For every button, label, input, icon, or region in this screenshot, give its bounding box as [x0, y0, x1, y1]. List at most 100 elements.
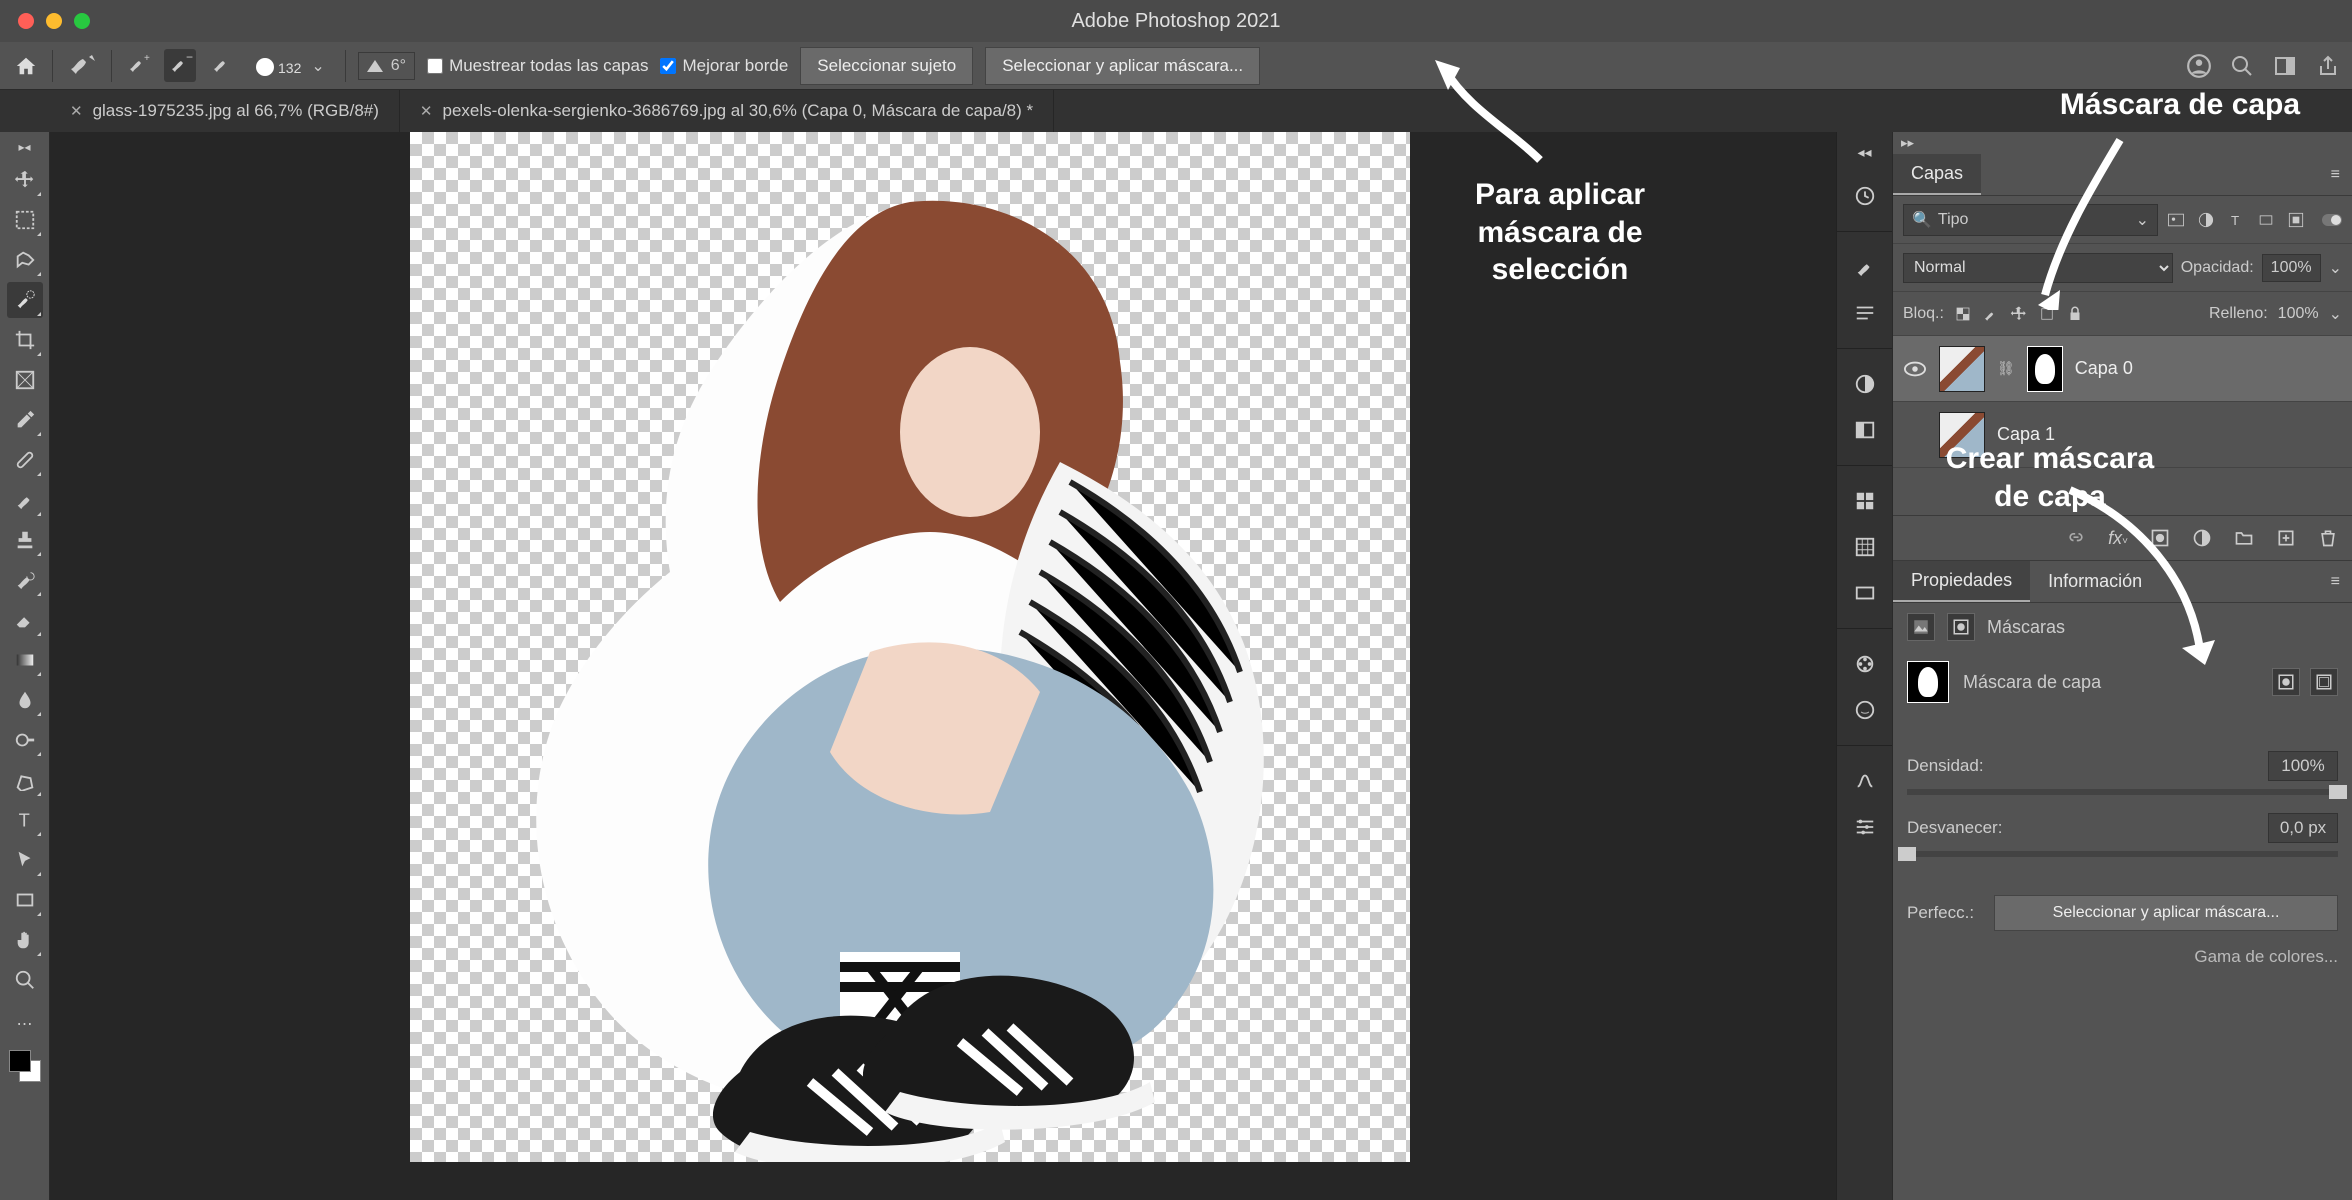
density-value[interactable]: 100%	[2268, 751, 2338, 781]
link-layers-icon[interactable]	[2066, 528, 2086, 548]
home-button[interactable]	[12, 52, 40, 80]
paths-panel-icon[interactable]	[1854, 770, 1876, 792]
quick-selection-tool[interactable]	[7, 282, 43, 318]
opacity-value[interactable]: 100%	[2262, 254, 2321, 282]
brush-add[interactable]: +	[124, 51, 152, 80]
collapse-panels[interactable]: ▸▸	[1893, 132, 2352, 154]
vector-mask-icon[interactable]	[1947, 613, 1975, 641]
lock-position-icon[interactable]	[2010, 305, 2028, 323]
type-tool[interactable]: T	[7, 802, 43, 838]
lasso-tool[interactable]	[7, 242, 43, 278]
filter-shape-icon[interactable]	[2256, 210, 2276, 230]
maximize-button[interactable]	[74, 13, 90, 29]
close-tab-icon[interactable]: ✕	[70, 102, 83, 120]
select-pixel-mask-icon[interactable]	[2272, 668, 2300, 696]
density-slider[interactable]	[1907, 789, 2338, 795]
history-panel-icon[interactable]	[1854, 185, 1876, 207]
styles-panel-icon[interactable]	[1854, 699, 1876, 721]
layer0-name[interactable]: Capa 0	[2075, 358, 2133, 379]
layer-mask-thumb[interactable]	[2027, 346, 2063, 392]
marquee-tool[interactable]	[7, 202, 43, 238]
swatches-panel-icon[interactable]	[1854, 490, 1876, 512]
move-tool[interactable]	[7, 162, 43, 198]
pen-tool[interactable]	[7, 762, 43, 798]
zoom-tool[interactable]	[7, 962, 43, 998]
layer-row-0[interactable]: ⛓ Capa 0	[1893, 336, 2352, 402]
brush-sub[interactable]: −	[164, 49, 196, 82]
lock-transparent-icon[interactable]	[1954, 305, 1972, 323]
brush-angle[interactable]: 6°	[358, 52, 415, 80]
edit-toolbar[interactable]: ⋯	[17, 1014, 33, 1034]
visibility-toggle[interactable]	[1903, 361, 1927, 377]
eraser-tool[interactable]	[7, 602, 43, 638]
brush-settings[interactable]	[208, 51, 236, 80]
mask-preview[interactable]	[1907, 661, 1949, 703]
blend-mode-select[interactable]: Normal	[1903, 253, 2173, 283]
frame-tool[interactable]	[7, 362, 43, 398]
libraries-panel-icon[interactable]	[1854, 419, 1876, 441]
lock-all-icon[interactable]	[2066, 305, 2084, 323]
canvas-area[interactable]	[50, 132, 1836, 1200]
panel-menu-icon[interactable]: ≡	[2319, 166, 2352, 184]
share-icon[interactable]	[2316, 54, 2340, 78]
fg-color[interactable]	[9, 1050, 31, 1072]
fx-icon[interactable]: fx˅	[2108, 528, 2128, 549]
workspace-icon[interactable]	[2272, 54, 2298, 78]
lock-paint-icon[interactable]	[1982, 305, 2000, 323]
color-panel-icon[interactable]	[1854, 653, 1876, 675]
crop-tool[interactable]	[7, 322, 43, 358]
group-icon[interactable]	[2234, 528, 2254, 548]
gradient-tool[interactable]	[7, 642, 43, 678]
filter-adjust-icon[interactable]	[2196, 210, 2216, 230]
path-select-tool[interactable]	[7, 842, 43, 878]
sample-all-layers-checkbox[interactable]: Muestrear todas las capas	[427, 56, 648, 76]
panel-menu-icon[interactable]: ≡	[2319, 573, 2352, 591]
history-brush-tool[interactable]	[7, 562, 43, 598]
lock-artboard-icon[interactable]	[2038, 305, 2056, 323]
stamp-tool[interactable]	[7, 522, 43, 558]
tool-preset[interactable]	[65, 51, 99, 80]
select-and-mask-button[interactable]: Seleccionar y aplicar máscara...	[985, 47, 1260, 85]
info-tab[interactable]: Información	[2030, 561, 2160, 602]
document-tab-1[interactable]: ✕ glass-1975235.jpg al 66,7% (RGB/8#)	[50, 90, 400, 132]
trash-icon[interactable]	[2318, 528, 2338, 548]
hand-tool[interactable]	[7, 922, 43, 958]
brush-tool[interactable]	[7, 482, 43, 518]
color-swatches[interactable]	[9, 1050, 41, 1082]
brush-settings-panel-icon[interactable]	[1854, 302, 1876, 324]
brushes-panel-icon[interactable]	[1854, 256, 1876, 278]
enhance-edge-checkbox[interactable]: Mejorar borde	[660, 56, 788, 76]
minimize-button[interactable]	[46, 13, 62, 29]
layers-tab[interactable]: Capas	[1893, 154, 1981, 195]
cloud-user-icon[interactable]	[2186, 53, 2212, 79]
eyedropper-tool[interactable]	[7, 402, 43, 438]
adjustments-panel-icon[interactable]	[1854, 373, 1876, 395]
patterns-panel-icon[interactable]	[1854, 536, 1876, 558]
layer-thumb[interactable]	[1939, 346, 1985, 392]
document-tab-2[interactable]: ✕ pexels-olenka-sergienko-3686769.jpg al…	[400, 90, 1054, 132]
close-tab-icon[interactable]: ✕	[420, 102, 433, 120]
healing-tool[interactable]	[7, 442, 43, 478]
shape-tool[interactable]	[7, 882, 43, 918]
gradients-panel-icon[interactable]	[1854, 582, 1876, 604]
color-range-label[interactable]: Gama de colores...	[2194, 947, 2338, 967]
feather-slider[interactable]	[1907, 851, 2338, 857]
add-vector-mask-icon[interactable]	[2310, 668, 2338, 696]
fill-dropdown-icon[interactable]: ⌄	[2329, 304, 2342, 324]
adjustment-layer-icon[interactable]	[2192, 528, 2212, 548]
select-subject-button[interactable]: Seleccionar sujeto	[800, 47, 973, 85]
filter-type-icon[interactable]: T	[2226, 210, 2246, 230]
collapse-icon[interactable]: ▸◂	[18, 140, 30, 154]
brush-size[interactable]: 132 ⌄	[248, 56, 333, 76]
properties-tab[interactable]: Propiedades	[1893, 561, 2030, 602]
fill-value[interactable]: 100%	[2278, 305, 2319, 323]
close-button[interactable]	[18, 13, 34, 29]
expand-icon[interactable]: ◂◂	[1857, 144, 1871, 161]
filter-smart-icon[interactable]	[2286, 210, 2306, 230]
select-and-mask-prop-button[interactable]: Seleccionar y aplicar máscara...	[1994, 895, 2338, 931]
filter-image-icon[interactable]	[2166, 210, 2186, 230]
layer-filter-kind[interactable]: 🔍 Tipo⌄	[1903, 204, 2158, 236]
filter-toggle[interactable]	[2322, 214, 2342, 226]
new-layer-icon[interactable]	[2276, 528, 2296, 548]
feather-value[interactable]: 0,0 px	[2268, 813, 2338, 843]
